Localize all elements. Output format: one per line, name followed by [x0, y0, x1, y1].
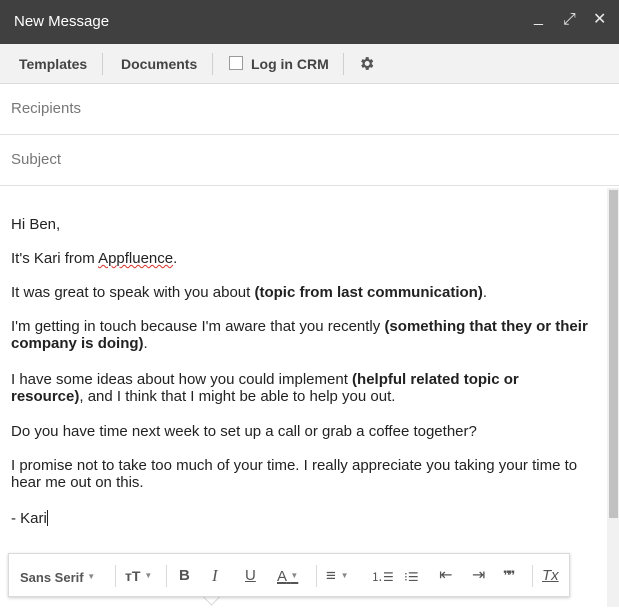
font-family-select[interactable]: Sans Serif ▼ — [20, 568, 95, 587]
log-crm-checkbox[interactable] — [229, 56, 243, 70]
chevron-down-icon: ▼ — [340, 571, 349, 580]
expand-icon[interactable]: ⤢ — [563, 11, 576, 29]
paragraph-ideas: I have some ideas about how you could im… — [11, 371, 591, 405]
paragraph-meeting: Do you have time next week to set up a c… — [11, 423, 477, 440]
p2-end: . — [143, 335, 148, 352]
p1-bold: (topic from last communication) — [254, 284, 483, 301]
indent-less-icon[interactable]: ⇤ — [439, 567, 452, 585]
signoff-text: - Kari — [11, 510, 47, 527]
documents-button[interactable]: Documents — [121, 56, 197, 72]
paragraph-reason: I'm getting in touch because I'm aware t… — [11, 318, 591, 352]
p1-end: . — [482, 284, 488, 301]
bulleted-list-icon[interactable]: ⁝☰ — [404, 568, 419, 586]
format-divider — [316, 565, 317, 587]
crm-toolbar: Templates Documents Log in CRM — [0, 44, 619, 84]
bold-icon[interactable]: B — [179, 567, 190, 585]
font-size-button[interactable]: тT ▼ — [125, 567, 152, 585]
underline-icon[interactable]: U — [245, 567, 256, 585]
message-body-editor[interactable]: Hi Ben, It's Kari from Appfluence. It wa… — [0, 188, 607, 608]
chevron-down-icon: ▼ — [290, 571, 299, 580]
log-crm-label[interactable]: Log in CRM — [251, 56, 329, 72]
recipients-field[interactable]: Recipients — [0, 84, 619, 135]
subject-placeholder: Subject — [11, 151, 62, 168]
toolbar-divider — [212, 53, 213, 75]
paragraph-topic: It was great to speak with you about (to… — [11, 284, 591, 301]
p1-text: It was great to speak with you about — [11, 284, 255, 301]
quote-icon[interactable]: ❞❞ — [503, 567, 515, 585]
chevron-down-icon: ▼ — [87, 572, 96, 581]
recipients-placeholder: Recipients — [11, 100, 82, 117]
clear-formatting-icon[interactable]: Tx — [542, 567, 559, 585]
align-button[interactable]: ≡ ▼ — [326, 567, 349, 585]
align-icon: ≡ — [326, 566, 336, 585]
formatting-toolbar: Sans Serif ▼ тT ▼ B I U A ▼ ≡ ▼ ⒈☰ ⁝☰ ⇤ … — [8, 553, 570, 597]
misspelled-word[interactable]: Appfluence — [98, 250, 173, 267]
toolbar-divider — [343, 53, 344, 75]
paragraph-promise: I promise not to take too much of your t… — [11, 457, 578, 491]
format-divider — [115, 565, 116, 587]
intro-prefix: It's Kari from — [11, 250, 99, 267]
greeting-line: Hi Ben, — [11, 216, 61, 233]
minimize-icon[interactable]: _ — [534, 9, 543, 27]
p3-end: , and I think that I might be able to he… — [79, 388, 396, 405]
close-icon[interactable]: ✕ — [593, 11, 606, 29]
chevron-down-icon: ▼ — [144, 571, 153, 580]
font-family-label: Sans Serif — [20, 570, 84, 585]
text-color-button[interactable]: A ▼ — [277, 567, 298, 586]
templates-button[interactable]: Templates — [19, 56, 87, 72]
p2-text: I'm getting in touch because I'm aware t… — [11, 318, 385, 335]
compose-title: New Message — [14, 13, 110, 30]
signoff-line: - Kari — [11, 510, 591, 527]
text-cursor — [46, 510, 48, 526]
subject-field[interactable]: Subject — [0, 135, 619, 186]
intro-suffix: . — [173, 250, 178, 267]
compose-title-bar[interactable]: New Message _ ⤢ ✕ — [0, 0, 619, 44]
intro-line: It's Kari from Appfluence. — [11, 250, 591, 267]
format-divider — [532, 565, 533, 587]
indent-more-icon[interactable]: ⇥ — [472, 567, 485, 585]
p3-text: I have some ideas about how you could im… — [11, 371, 353, 388]
format-divider — [166, 565, 167, 587]
toolbar-divider — [102, 53, 103, 75]
italic-icon[interactable]: I — [212, 567, 218, 585]
numbered-list-icon[interactable]: ⒈☰ — [371, 568, 394, 586]
text-color-icon: A — [277, 568, 287, 585]
gear-icon[interactable] — [358, 55, 375, 77]
font-size-icon: тT — [125, 568, 141, 584]
scrollbar-thumb[interactable] — [609, 190, 618, 518]
